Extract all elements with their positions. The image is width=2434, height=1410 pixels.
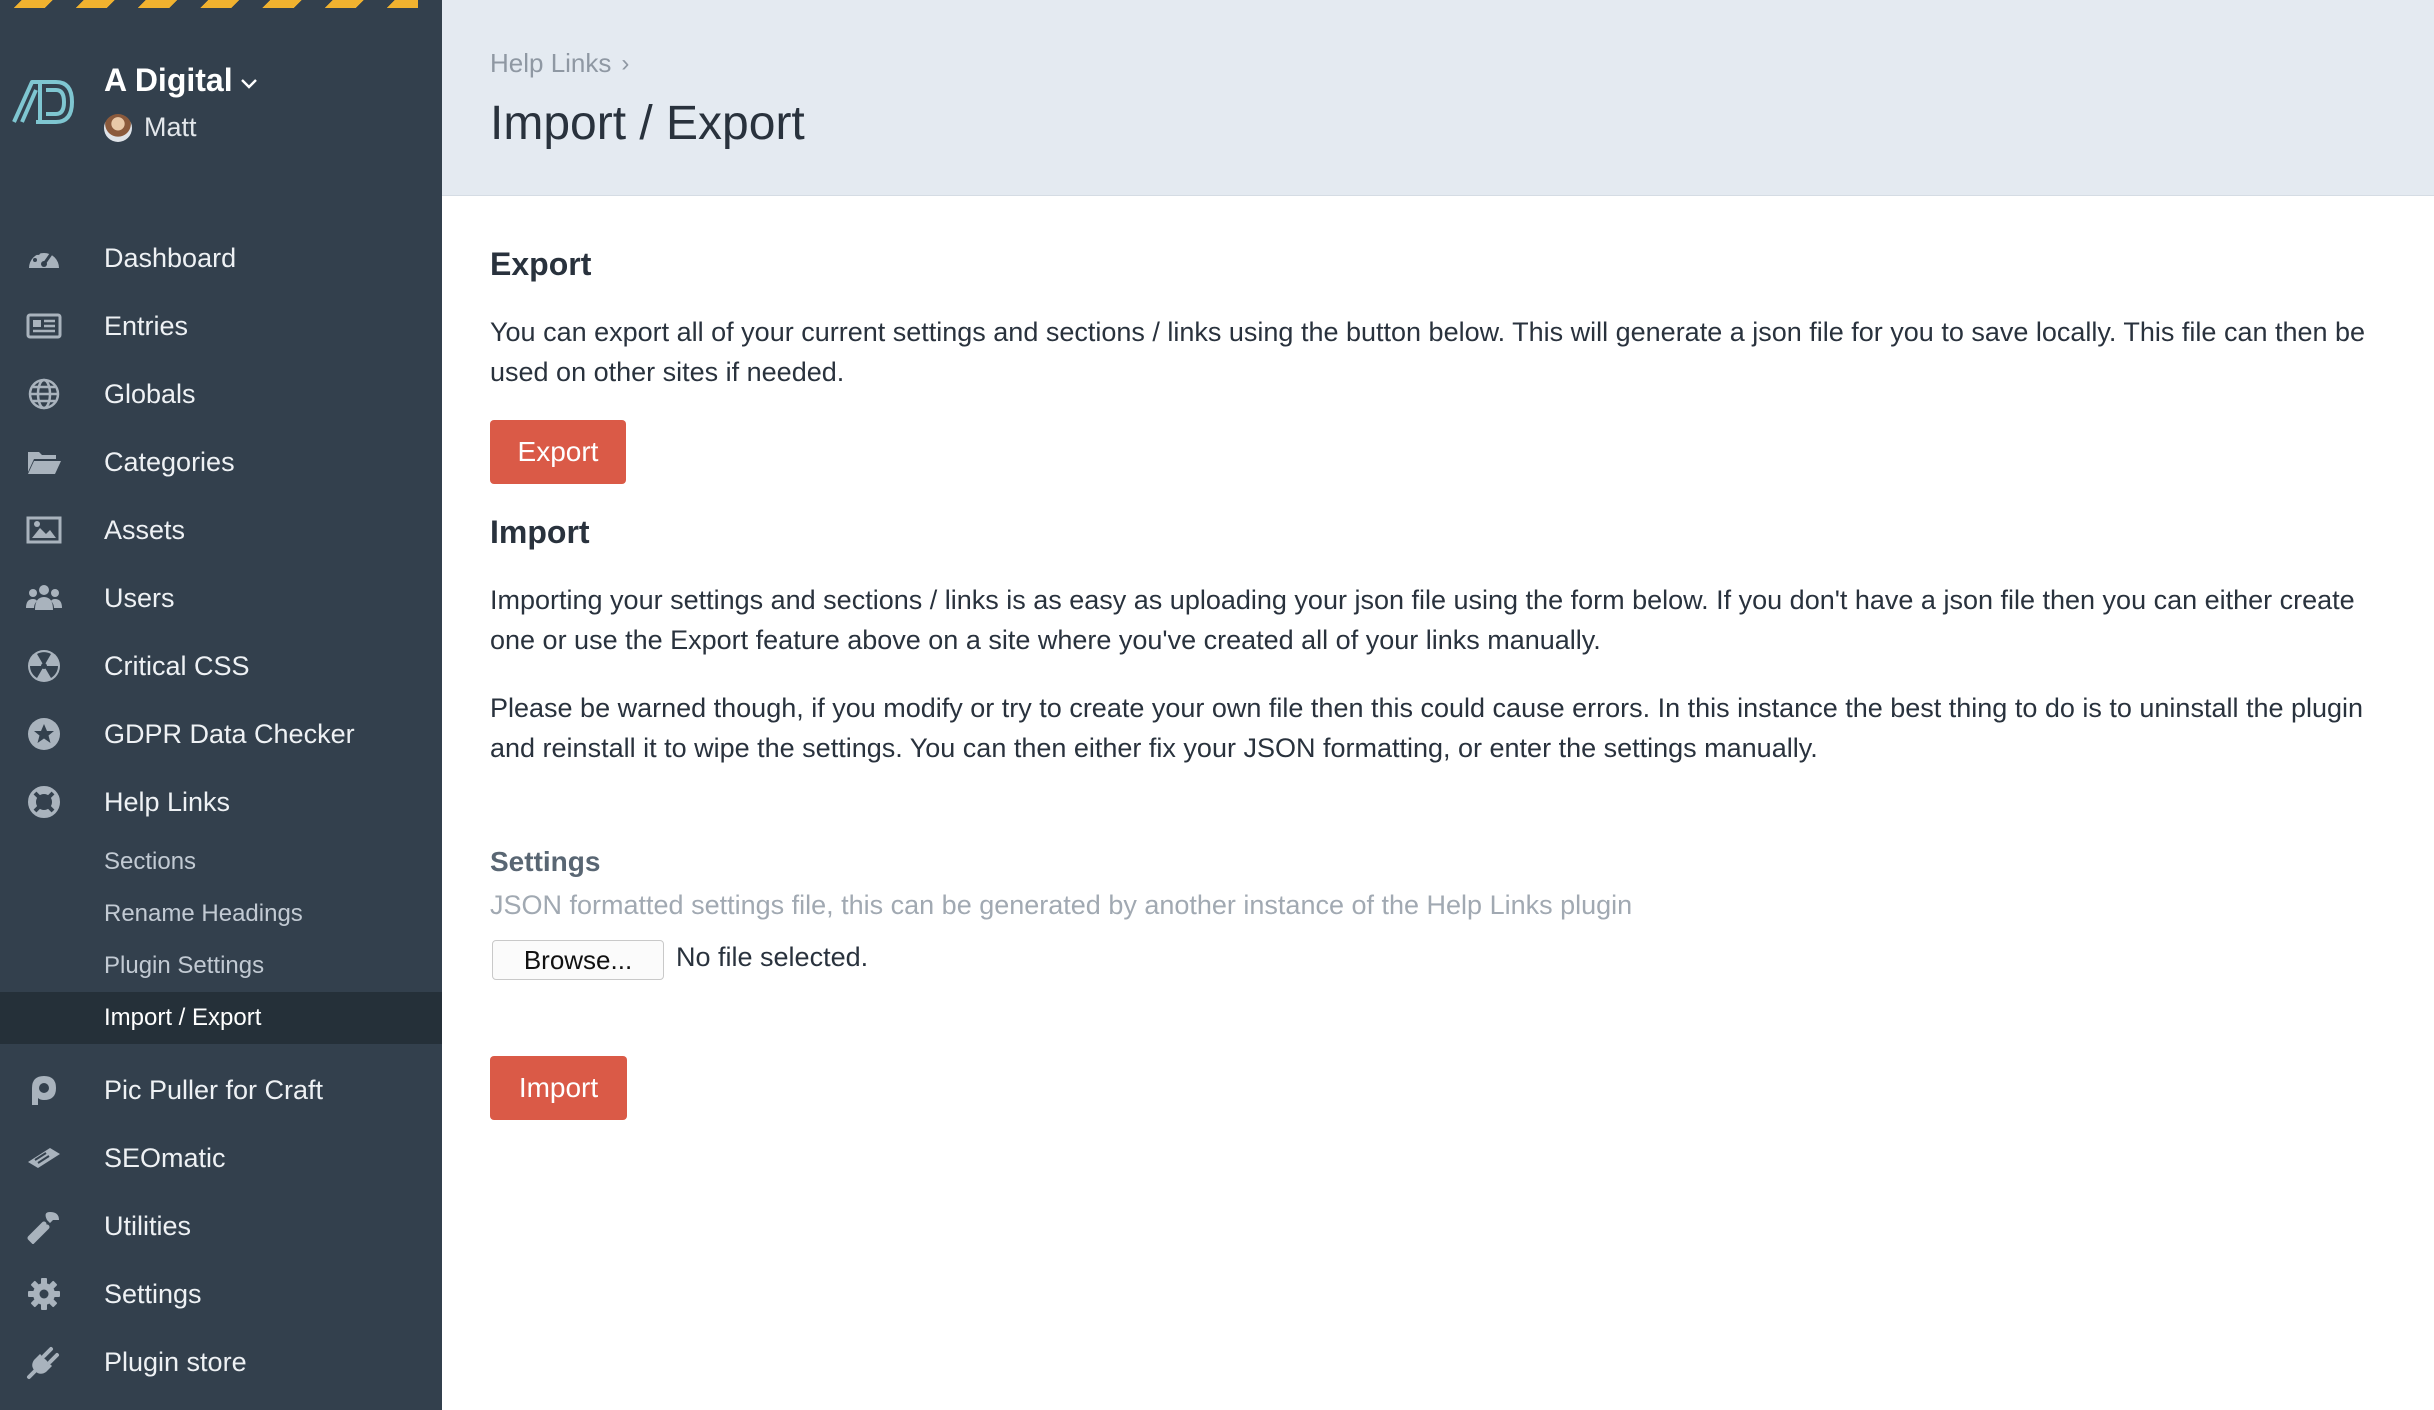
- sidebar-nav: Dashboard Entries Globals Categories Ass…: [0, 224, 442, 1396]
- sidebar-item-label: Users: [104, 582, 175, 613]
- sidebar-subitem-plugin-settings[interactable]: Plugin Settings: [0, 940, 442, 992]
- sidebar-item-critical-css[interactable]: Critical CSS: [0, 632, 442, 700]
- export-button[interactable]: Export: [490, 420, 626, 484]
- globe-icon: [26, 376, 62, 412]
- site-switcher[interactable]: A Digital: [104, 62, 261, 99]
- breadcrumb-separator: ›: [621, 49, 630, 77]
- sidebar-item-users[interactable]: Users: [0, 564, 442, 632]
- sidebar-item-label: SEOmatic: [104, 1142, 226, 1173]
- sidebar-item-label: Assets: [104, 514, 186, 545]
- sidebar-subitem-rename-headings[interactable]: Rename Headings: [0, 888, 442, 940]
- sidebar-item-utilities[interactable]: Utilities: [0, 1192, 442, 1260]
- dashboard-icon: [26, 240, 62, 276]
- sidebar-item-label: Plugin store: [104, 1346, 247, 1377]
- sidebar-item-assets[interactable]: Assets: [0, 496, 442, 564]
- sidebar-item-label: Pic Puller for Craft: [104, 1074, 324, 1105]
- sidebar-item-dashboard[interactable]: Dashboard: [0, 224, 442, 292]
- entries-icon: [26, 308, 62, 344]
- hazard-stripe: [0, 0, 418, 8]
- browse-file-button[interactable]: Browse...: [492, 940, 664, 980]
- sidebar: A Digital Matt Dashboard Entries Globals…: [0, 0, 442, 1410]
- import-heading: Import: [490, 514, 590, 550]
- sidebar-item-globals[interactable]: Globals: [0, 360, 442, 428]
- breadcrumb: Help Links ›: [490, 48, 629, 79]
- sidebar-subitem-label: Rename Headings: [104, 900, 303, 927]
- export-heading: Export: [490, 246, 592, 282]
- users-icon: [26, 580, 62, 616]
- avatar: [104, 113, 132, 142]
- page-title: Import / Export: [490, 97, 805, 150]
- gear-icon: [26, 1276, 62, 1312]
- sidebar-item-settings[interactable]: Settings: [0, 1260, 442, 1328]
- sidebar-item-gdpr-data-checker[interactable]: GDPR Data Checker: [0, 700, 442, 768]
- sidebar-item-pic-puller[interactable]: Pic Puller for Craft: [0, 1056, 442, 1124]
- sidebar-item-label: Entries: [104, 310, 189, 341]
- import-description: Importing your settings and sections / l…: [490, 585, 2355, 655]
- sidebar-item-label: GDPR Data Checker: [104, 718, 355, 749]
- folder-icon: [26, 444, 62, 480]
- site-logo-icon[interactable]: [10, 72, 76, 132]
- sidebar-item-label: Settings: [104, 1278, 202, 1309]
- seomatic-icon: [26, 1140, 62, 1176]
- breadcrumb-link-help-links[interactable]: Help Links: [490, 48, 611, 79]
- star-badge-icon: [26, 716, 62, 752]
- export-description: You can export all of your current setti…: [490, 317, 2366, 387]
- settings-field-hint: JSON formatted settings file, this can b…: [490, 890, 1633, 920]
- sidebar-subitem-sections[interactable]: Sections: [0, 836, 442, 888]
- sidebar-item-categories[interactable]: Categories: [0, 428, 442, 496]
- chevron-down-icon: [240, 78, 257, 89]
- sidebar-item-entries[interactable]: Entries: [0, 292, 442, 360]
- user-menu[interactable]: Matt: [104, 112, 197, 143]
- sidebar-subitem-label: Import / Export: [104, 1004, 262, 1031]
- wrench-icon: [26, 1208, 62, 1244]
- picpuller-icon: [26, 1072, 62, 1108]
- plug-icon: [26, 1344, 62, 1380]
- settings-field-label: Settings: [490, 846, 601, 877]
- sidebar-subitem-label: Plugin Settings: [104, 952, 265, 979]
- sidebar-item-seomatic[interactable]: SEOmatic: [0, 1124, 442, 1192]
- sidebar-item-label: Dashboard: [104, 242, 237, 273]
- user-name: Matt: [144, 112, 197, 142]
- page-header: Help Links › Import / Export: [442, 0, 2434, 196]
- sidebar-item-help-links[interactable]: Help Links: [0, 768, 442, 836]
- sidebar-item-plugin-store[interactable]: Plugin store: [0, 1328, 442, 1396]
- import-button[interactable]: Import: [490, 1056, 627, 1120]
- sidebar-item-label: Globals: [104, 378, 196, 409]
- lifebuoy-icon: [26, 784, 62, 820]
- sidebar-subitem-label: Sections: [104, 848, 197, 875]
- radiation-icon: [26, 648, 62, 684]
- sidebar-item-label: Help Links: [104, 786, 231, 817]
- site-name: A Digital: [104, 62, 233, 98]
- file-status-text: No file selected.: [676, 942, 869, 972]
- sidebar-subitem-import-export[interactable]: Import / Export: [0, 992, 442, 1044]
- import-warning: Please be warned though, if you modify o…: [490, 693, 2364, 763]
- sidebar-item-label: Utilities: [104, 1210, 192, 1241]
- sidebar-item-label: Categories: [104, 446, 235, 477]
- sidebar-item-label: Critical CSS: [104, 650, 250, 681]
- image-icon: [26, 512, 62, 548]
